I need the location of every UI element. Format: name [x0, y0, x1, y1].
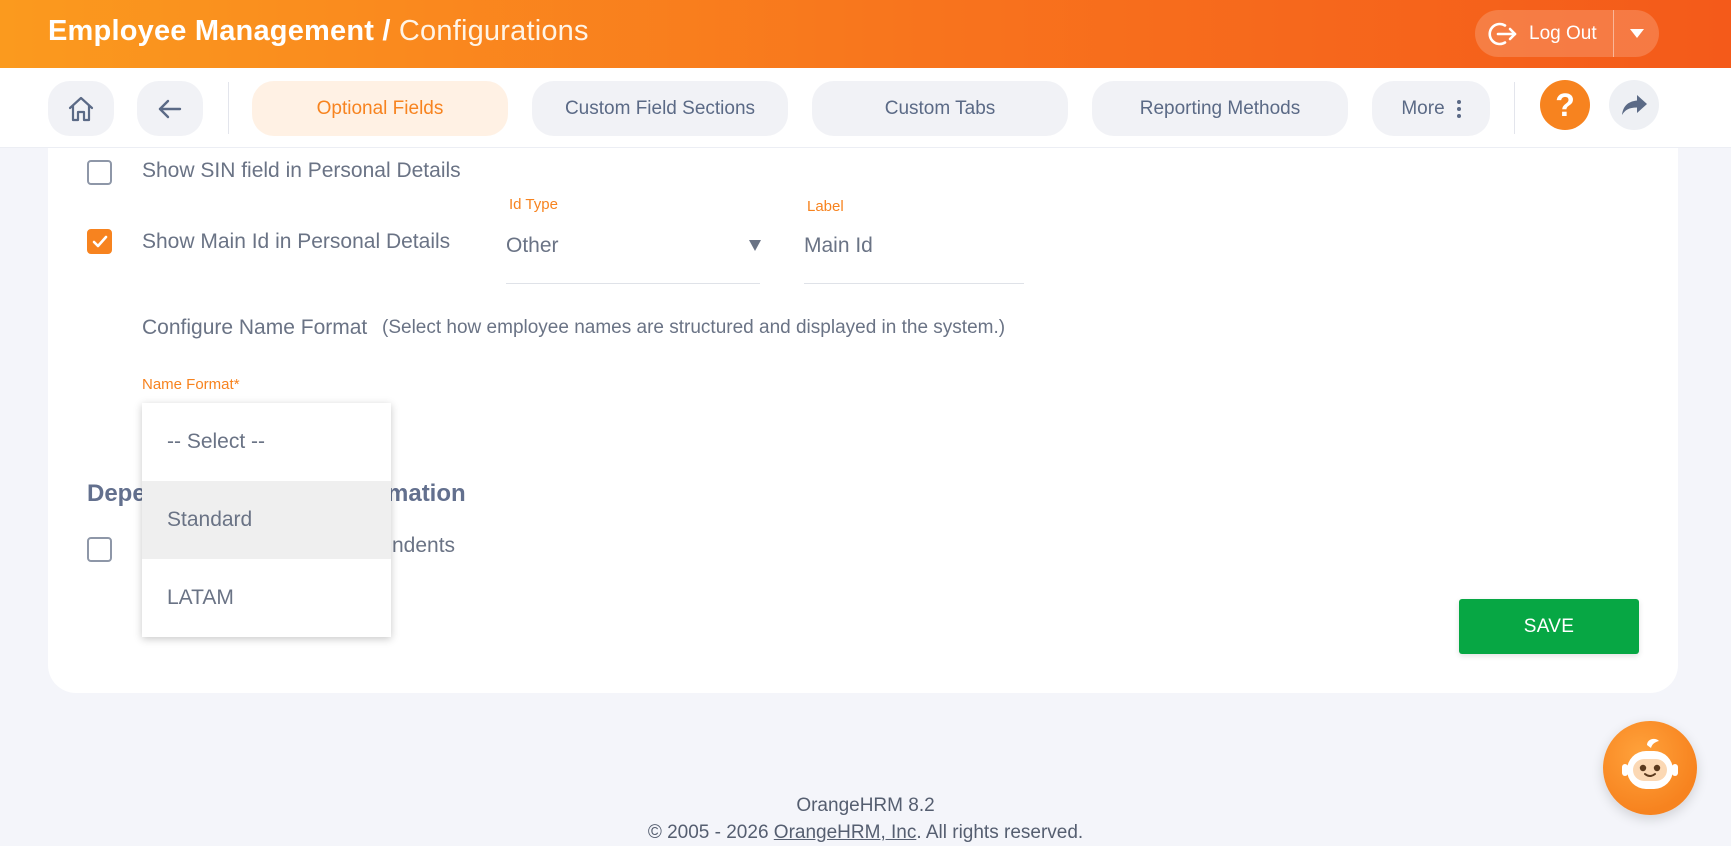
back-button[interactable] — [137, 81, 203, 136]
share-arrow-icon — [1622, 95, 1647, 115]
dropdown-option-latam[interactable]: LATAM — [142, 559, 391, 637]
assistant-bot-button[interactable] — [1603, 721, 1697, 815]
company-link[interactable]: OrangeHRM, Inc — [774, 822, 917, 843]
name-format-hint: (Select how employee names are structure… — [382, 317, 1006, 338]
dependents-section-title-end: mation — [387, 480, 466, 507]
tab-optional-fields[interactable]: Optional Fields — [252, 81, 508, 136]
dependents-section-title-start: Depe — [87, 480, 146, 507]
main-id-checkbox[interactable] — [87, 229, 112, 254]
logout-group: Log Out — [1475, 10, 1659, 57]
id-label-input[interactable]: Main Id — [804, 234, 873, 258]
id-type-select[interactable]: Other — [506, 234, 559, 258]
dropdown-caret-icon — [749, 240, 761, 251]
tab-custom-field-sections[interactable]: Custom Field Sections — [532, 81, 788, 136]
dependents-checkbox[interactable] — [87, 537, 112, 562]
help-button[interactable]: ? — [1540, 80, 1590, 130]
id-label-label: Label — [807, 198, 844, 215]
logout-label: Log Out — [1529, 22, 1597, 44]
share-button[interactable] — [1609, 80, 1659, 130]
robot-icon — [1622, 738, 1678, 789]
user-menu-toggle[interactable] — [1614, 29, 1659, 38]
tab-reporting-methods[interactable]: Reporting Methods — [1092, 81, 1348, 136]
top-header: Employee Management / Configurations Log… — [0, 0, 1731, 68]
id-label-underline — [804, 283, 1024, 284]
checkmark-icon — [92, 235, 107, 248]
footer-version: OrangeHRM 8.2 — [796, 795, 935, 816]
home-icon — [68, 96, 94, 121]
name-format-title: Configure Name Format — [142, 316, 368, 339]
sin-checkbox[interactable] — [87, 160, 112, 185]
name-format-dropdown[interactable]: -- Select -- Standard LATAM — [142, 403, 391, 637]
tab-custom-tabs[interactable]: Custom Tabs — [812, 81, 1068, 136]
nav-divider — [1514, 82, 1515, 134]
main-id-checkbox-label: Show Main Id in Personal Details — [142, 230, 451, 253]
config-nav: Optional Fields Custom Field Sections Cu… — [0, 68, 1731, 148]
arrow-left-icon — [158, 99, 182, 118]
home-button[interactable] — [48, 81, 114, 136]
page-title-sub: Configurations — [398, 15, 589, 47]
dropdown-option-select[interactable]: -- Select -- — [142, 403, 391, 481]
dropdown-option-standard[interactable]: Standard — [142, 481, 391, 559]
sin-checkbox-label: Show SIN field in Personal Details — [142, 159, 461, 182]
id-type-underline — [506, 283, 760, 284]
page-title: Employee Management / Configurations — [48, 15, 589, 47]
footer-copyright: © 2005 - 2026 OrangeHRM, Inc. All rights… — [647, 822, 1084, 843]
page-title-main: Employee Management — [48, 15, 375, 47]
save-button[interactable]: SAVE — [1459, 599, 1639, 654]
more-menu-button[interactable]: More — [1372, 81, 1490, 136]
dependents-checkbox-label: ndents — [392, 534, 456, 557]
logout-button[interactable]: Log Out — [1475, 10, 1613, 57]
more-label: More — [1401, 97, 1445, 119]
id-type-label: Id Type — [509, 196, 558, 213]
logout-icon — [1488, 22, 1517, 45]
caret-down-icon — [1629, 29, 1644, 38]
nav-divider — [228, 82, 229, 134]
kebab-icon — [1456, 99, 1461, 118]
name-format-label: Name Format* — [142, 376, 240, 393]
